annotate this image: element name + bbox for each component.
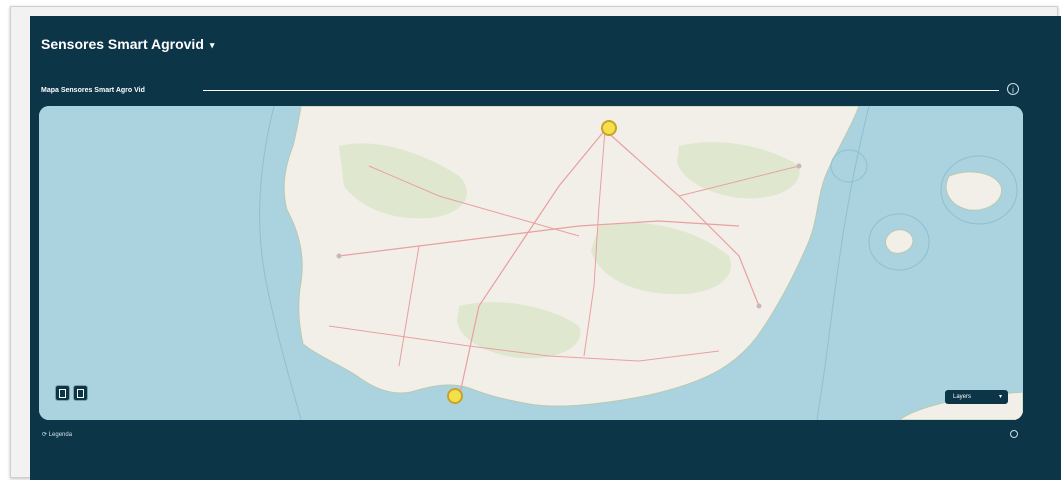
map-tiles[interactable] [39,106,1023,420]
layer-select-value: Layers [953,394,972,400]
widget-title-divider [203,90,999,91]
square-icon [59,388,66,398]
chevron-down-icon[interactable]: ▾ [210,40,215,51]
square-icon [77,388,84,398]
legend-toggle[interactable]: ⟳ Legenda [42,431,72,438]
map-view-controls [55,385,88,401]
sensor-marker-south[interactable] [447,388,463,404]
map-control-button[interactable] [55,385,70,401]
sensor-map[interactable]: Layers ▾ [39,106,1023,420]
city-dot [336,253,342,259]
chevron-down-icon: ▾ [998,394,1002,400]
dashboard-panel: Sensores Smart Agrovid ▾ Mapa Sensores Sm… [30,16,1061,480]
city-dot [756,303,762,309]
info-circle-icon[interactable]: i [1007,83,1019,95]
settings-icon[interactable] [1010,430,1018,438]
sensor-marker-north[interactable] [601,120,617,136]
island [885,229,914,254]
widget-title: Mapa Sensores Smart Agro Vid [41,87,145,94]
map-control-button[interactable] [73,385,88,401]
dashboard-title[interactable]: Sensores Smart Agrovid ▾ [41,36,214,52]
city-dot [796,163,802,169]
dashboard-title-text: Sensores Smart Agrovid [41,36,204,52]
layer-select[interactable]: Layers ▾ [945,390,1008,404]
